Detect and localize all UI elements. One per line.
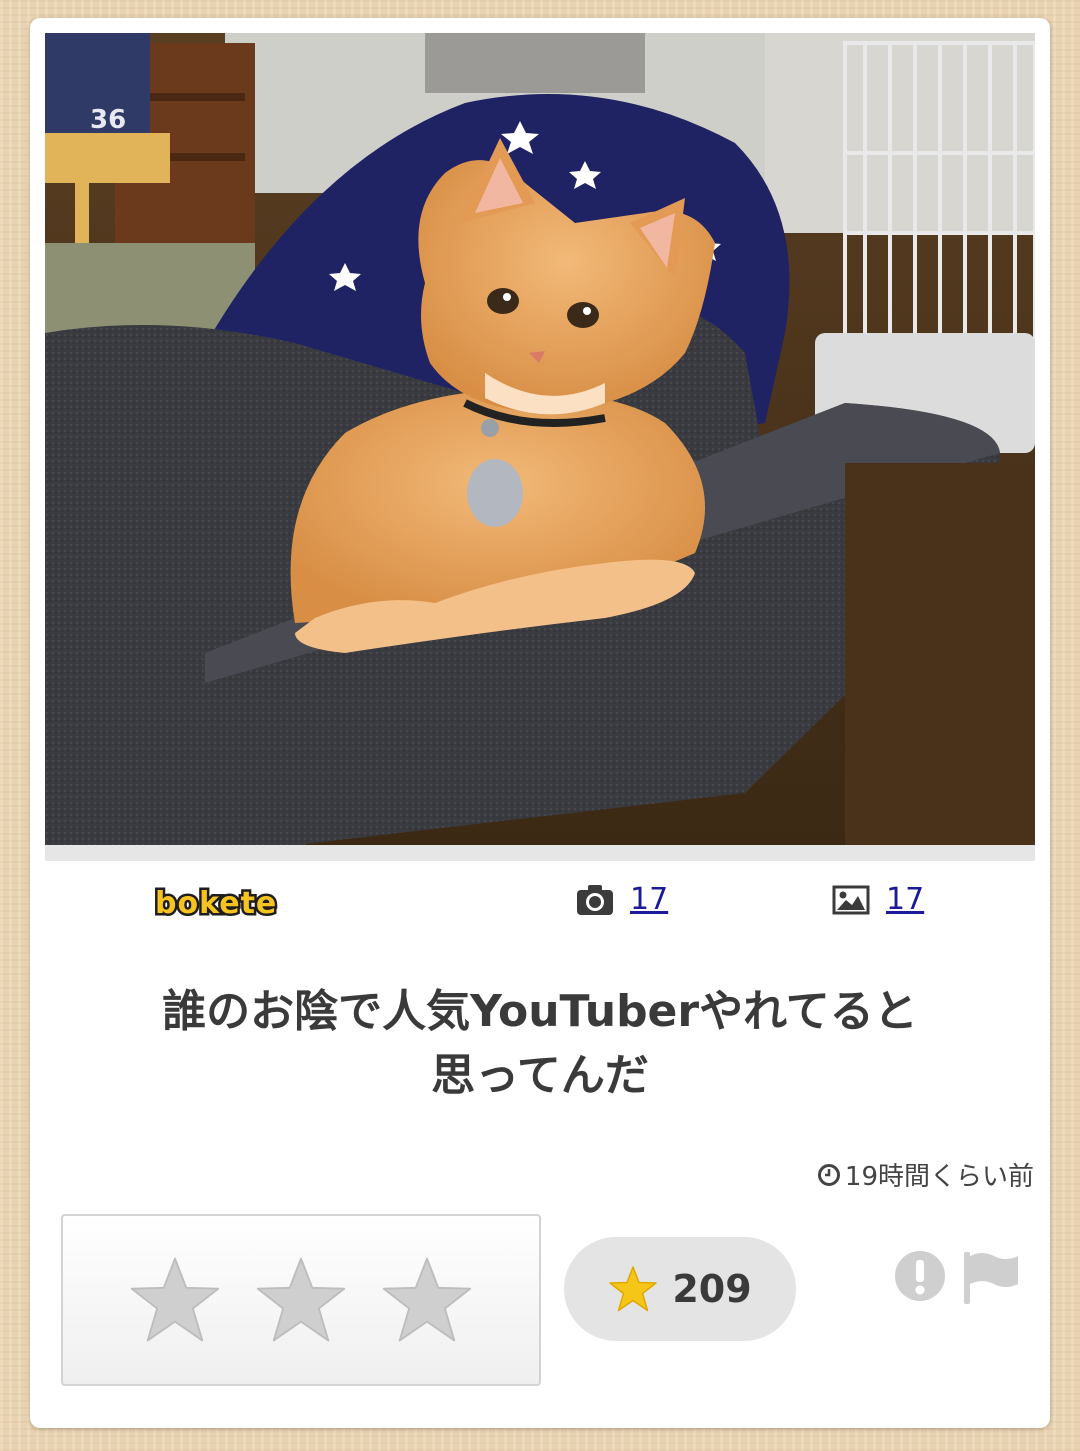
photo-count-link[interactable]: 17 [630, 882, 668, 917]
boke-caption: 誰のお陰で人気YouTuberやれてると 思ってんだ [70, 980, 1010, 1108]
cat-photo-illustration: 36 [45, 33, 1035, 845]
boke-card: 36 bokete 17 17 誰のお陰で人気YouTuberやれてると 思って… [30, 18, 1050, 1428]
caption-line-1: 誰のお陰で人気YouTuberやれてると [162, 986, 918, 1037]
bokete-logo[interactable]: bokete [152, 884, 278, 924]
score-badge[interactable]: 209 [564, 1237, 796, 1341]
rate-star-3-icon[interactable] [380, 1253, 474, 1347]
rate-star-1-icon[interactable] [128, 1253, 222, 1347]
svg-text:36: 36 [90, 105, 126, 135]
star-filled-icon [609, 1266, 658, 1312]
camera-icon [577, 884, 613, 915]
exclamation-icon[interactable] [894, 1250, 946, 1302]
image-count-stat: 17 [832, 882, 924, 917]
photo-divider [45, 845, 1035, 861]
image-icon [832, 885, 870, 914]
rate-star-2-icon[interactable] [254, 1253, 348, 1347]
post-photo[interactable]: 36 [45, 33, 1035, 845]
flag-icon[interactable] [960, 1250, 1022, 1306]
photo-count-stat: 17 [576, 882, 668, 917]
post-time: 19時間くらい前 [817, 1156, 1034, 1193]
caption-line-2: 思ってんだ [431, 1050, 649, 1101]
score-value: 209 [672, 1267, 752, 1311]
image-count-link[interactable]: 17 [886, 882, 924, 917]
timestamp-text: 19時間くらい前 [844, 1162, 1034, 1192]
meta-row: bokete 17 17 [30, 878, 1050, 928]
rating-stars [61, 1214, 541, 1386]
clock-icon [817, 1163, 840, 1186]
